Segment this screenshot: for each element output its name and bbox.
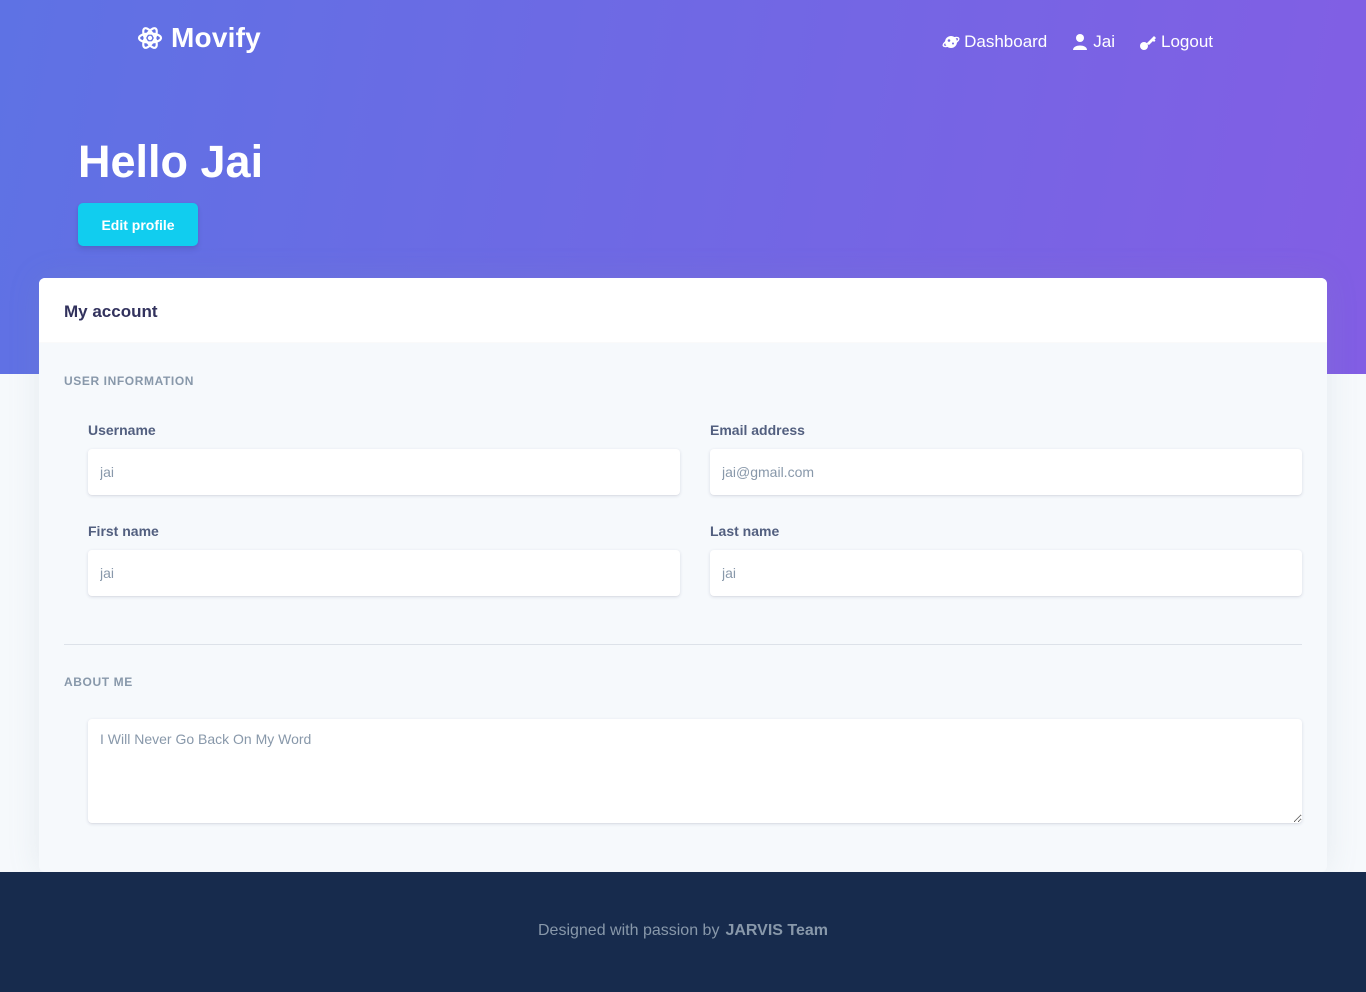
- user-icon: [1071, 33, 1089, 51]
- card-header: My account: [39, 278, 1327, 343]
- atom-icon: [137, 24, 163, 52]
- planet-icon: [942, 33, 960, 51]
- brand-logo[interactable]: Movify: [137, 22, 261, 54]
- footer: Designed with passion by JARVIS Team: [0, 872, 1366, 992]
- nav-item-logout[interactable]: Logout: [1139, 32, 1213, 52]
- section-divider: [64, 644, 1302, 645]
- footer-team-link[interactable]: JARVIS Team: [725, 922, 828, 940]
- username-label: Username: [88, 422, 156, 438]
- key-icon: [1139, 33, 1157, 51]
- first-name-input[interactable]: [88, 550, 680, 596]
- last-name-input[interactable]: [710, 550, 1302, 596]
- first-name-label: First name: [88, 523, 159, 539]
- nav-item-label: Jai: [1093, 32, 1115, 51]
- nav-item-label: Dashboard: [964, 32, 1048, 51]
- account-card: My account User information Username Ema…: [39, 278, 1327, 872]
- nav-item-user[interactable]: Jai: [1071, 32, 1115, 52]
- user-information-heading: User information: [64, 374, 195, 388]
- username-input[interactable]: [88, 449, 680, 495]
- email-label: Email address: [710, 422, 805, 438]
- edit-profile-button[interactable]: Edit profile: [78, 203, 198, 246]
- footer-text: Designed with passion by: [538, 921, 720, 939]
- card-title: My account: [64, 302, 158, 321]
- nav-item-dashboard[interactable]: Dashboard: [942, 32, 1047, 52]
- last-name-label: Last name: [710, 523, 780, 539]
- nav-item-label: Logout: [1161, 32, 1213, 51]
- top-nav: Dashboard Jai Logout: [942, 32, 1213, 52]
- email-input[interactable]: [710, 449, 1302, 495]
- page-title: Hello Jai: [78, 136, 264, 187]
- about-me-heading: About me: [64, 675, 133, 689]
- brand-name: Movify: [171, 22, 261, 53]
- about-me-textarea[interactable]: [88, 719, 1302, 823]
